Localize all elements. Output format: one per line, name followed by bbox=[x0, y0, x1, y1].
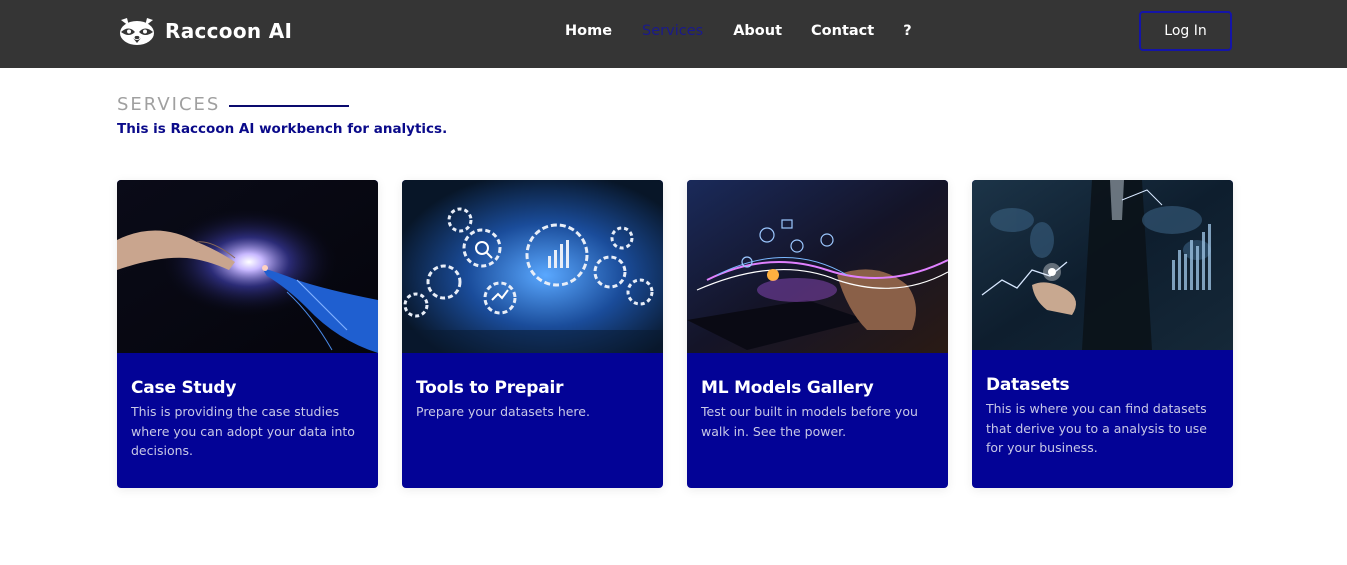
card-title: Tools to Prepair bbox=[416, 378, 564, 398]
card-body: Datasets This is where you can find data… bbox=[972, 350, 1233, 458]
nav-link-home[interactable]: Home bbox=[565, 22, 612, 40]
card-description: Prepare your datasets here. bbox=[416, 404, 590, 419]
card-description: Test our built in models before you walk… bbox=[701, 404, 918, 439]
raccoon-logo-icon bbox=[120, 18, 154, 45]
section-divider bbox=[229, 105, 350, 107]
card-description: This is where you can find datasets that… bbox=[986, 401, 1207, 455]
card-body: Tools to Prepair Prepare your datasets h… bbox=[402, 353, 663, 422]
service-card-datasets[interactable]: Datasets This is where you can find data… bbox=[972, 180, 1233, 488]
login-button[interactable]: Log In bbox=[1139, 11, 1232, 51]
service-card-tools[interactable]: Tools to Prepair Prepare your datasets h… bbox=[402, 180, 663, 488]
section-title-row: SERVICES bbox=[117, 94, 447, 115]
service-card-ml-models[interactable]: ML Models Gallery Test our built in mode… bbox=[687, 180, 948, 488]
card-body: Case Study This is providing the case st… bbox=[117, 353, 378, 461]
card-title: Datasets bbox=[986, 375, 1070, 395]
service-card-case-study[interactable]: Case Study This is providing the case st… bbox=[117, 180, 378, 488]
nav-link-services[interactable]: Services bbox=[642, 22, 703, 40]
card-description: This is providing the case studies where… bbox=[131, 404, 355, 458]
card-title: ML Models Gallery bbox=[701, 378, 874, 398]
nav-link-help[interactable]: ? bbox=[903, 22, 911, 40]
section-title: SERVICES bbox=[117, 94, 221, 115]
section-subtitle: This is Raccoon AI workbench for analyti… bbox=[117, 121, 448, 137]
hands-laptop-holograms-icon bbox=[687, 180, 948, 353]
hand-reaching-robot-hand-icon bbox=[117, 180, 378, 353]
navbar: Raccoon AI Home Services About Contact ?… bbox=[0, 0, 1347, 68]
card-title: Case Study bbox=[131, 378, 237, 398]
main-nav: Home Services About Contact ? bbox=[565, 22, 912, 40]
brand-name: Raccoon AI bbox=[165, 19, 293, 43]
gears-analytics-icon bbox=[402, 180, 663, 353]
services-heading: SERVICES This is Raccoon AI workbench fo… bbox=[117, 94, 447, 137]
brand[interactable]: Raccoon AI bbox=[117, 14, 292, 48]
nav-link-about[interactable]: About bbox=[733, 22, 782, 40]
nav-link-contact[interactable]: Contact bbox=[811, 22, 874, 40]
card-body: ML Models Gallery Test our built in mode… bbox=[687, 353, 948, 441]
businessman-world-map-charts-icon bbox=[972, 180, 1233, 350]
